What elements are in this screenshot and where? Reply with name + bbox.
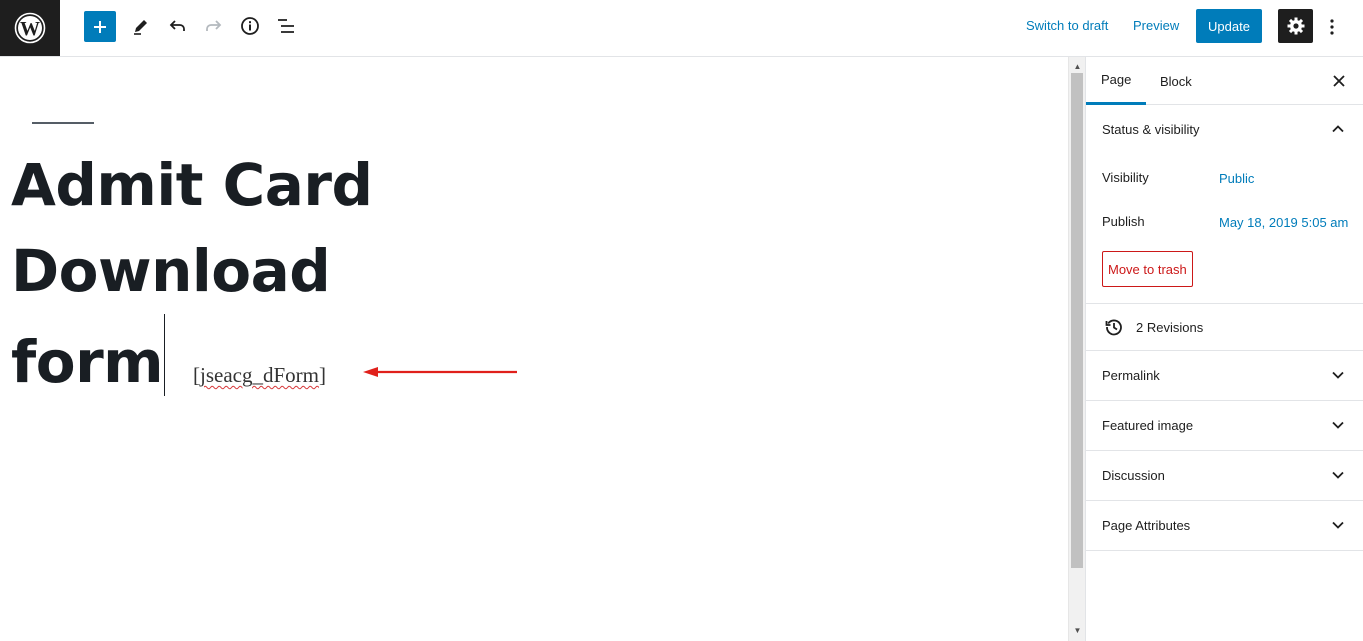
block-navigation-button[interactable] [269,10,303,42]
chevron-up-icon [1332,125,1344,133]
add-block-button[interactable] [84,11,116,42]
chevron-down-icon [1332,471,1344,479]
history-icon [1105,319,1122,336]
post-title-line-2-text: form [11,328,164,396]
discussion-title: Discussion [1102,468,1165,483]
close-sidebar-button[interactable] [1329,71,1349,91]
shortcode-close-bracket: ] [318,363,326,387]
gear-icon [1287,17,1304,35]
info-icon [241,17,259,35]
scroll-up-arrow[interactable]: ▲ [1069,59,1086,73]
redo-icon [206,20,222,31]
more-vertical-icon [1330,19,1334,35]
featured-image-header[interactable]: Featured image [1086,401,1363,450]
post-title-line-2: form [11,314,691,405]
scroll-down-arrow[interactable]: ▼ [1069,623,1086,637]
chevron-down-icon [1332,421,1344,429]
chevron-down-icon [1332,371,1344,379]
settings-sidebar: Page Block Status & visibility Visibilit… [1085,57,1363,641]
wordpress-logo-button[interactable]: W [0,0,60,56]
tab-block[interactable]: Block [1160,57,1192,105]
revisions-link[interactable]: 2 Revisions [1086,304,1363,351]
editor-scrollbar[interactable]: ▲ ▼ [1068,57,1085,641]
shortcode-open-bracket: [ [193,363,200,387]
post-title-line-1: Admit Card Download [11,151,373,305]
plus-icon [94,20,106,33]
publish-label: Publish [1102,214,1145,229]
page-attributes-panel: Page Attributes [1086,501,1363,551]
shortcode-block[interactable]: [jseacg_dForm] [193,363,326,388]
preview-button[interactable]: Preview [1133,18,1179,33]
svg-text:W: W [20,18,40,40]
settings-button[interactable] [1278,9,1313,43]
shortcode-text: jseacg_dForm [200,363,319,387]
more-menu-button[interactable] [1321,12,1343,42]
scroll-thumb[interactable] [1071,73,1083,568]
status-visibility-panel: Status & visibility Visibility Public Pu… [1086,105,1363,304]
text-caret [164,314,166,396]
permalink-panel: Permalink [1086,351,1363,401]
status-visibility-title: Status & visibility [1102,122,1200,137]
revisions-label: 2 Revisions [1136,319,1204,335]
post-title-input[interactable]: Admit Card Download form [11,142,691,405]
undo-icon [169,20,185,31]
permalink-title: Permalink [1102,368,1160,383]
undo-button[interactable] [161,10,195,42]
redo-button[interactable] [196,10,230,42]
visibility-toggle[interactable]: Public [1219,171,1254,186]
visibility-label: Visibility [1102,170,1149,185]
content-info-button[interactable] [233,10,267,42]
red-arrow-annotation [363,367,517,377]
editor-canvas: Admit Card Download form [jseacg_dForm] [0,57,1068,641]
move-to-trash-button[interactable]: Move to trash [1102,251,1193,287]
page-attributes-title: Page Attributes [1102,518,1191,533]
update-button[interactable]: Update [1196,9,1262,43]
permalink-header[interactable]: Permalink [1086,351,1363,400]
sidebar-tabs: Page Block [1086,57,1363,105]
page-attributes-header[interactable]: Page Attributes [1086,501,1363,550]
chevron-down-icon [1332,521,1344,529]
status-visibility-header[interactable]: Status & visibility [1086,105,1363,154]
pencil-icon [134,20,147,35]
discussion-header[interactable]: Discussion [1086,451,1363,500]
title-separator [32,122,94,124]
featured-image-panel: Featured image [1086,401,1363,451]
tab-page[interactable]: Page [1086,57,1147,105]
close-icon [1333,75,1345,87]
editor-header: W Switch to draft Preview Update [0,0,1363,57]
tools-button[interactable] [124,10,158,42]
switch-to-draft-button[interactable]: Switch to draft [1026,18,1108,33]
discussion-panel: Discussion [1086,451,1363,501]
list-view-icon [278,19,294,33]
wordpress-logo-icon: W [14,12,46,44]
featured-image-title: Featured image [1102,418,1194,433]
publish-date-toggle[interactable]: May 18, 2019 5:05 am [1219,215,1348,230]
